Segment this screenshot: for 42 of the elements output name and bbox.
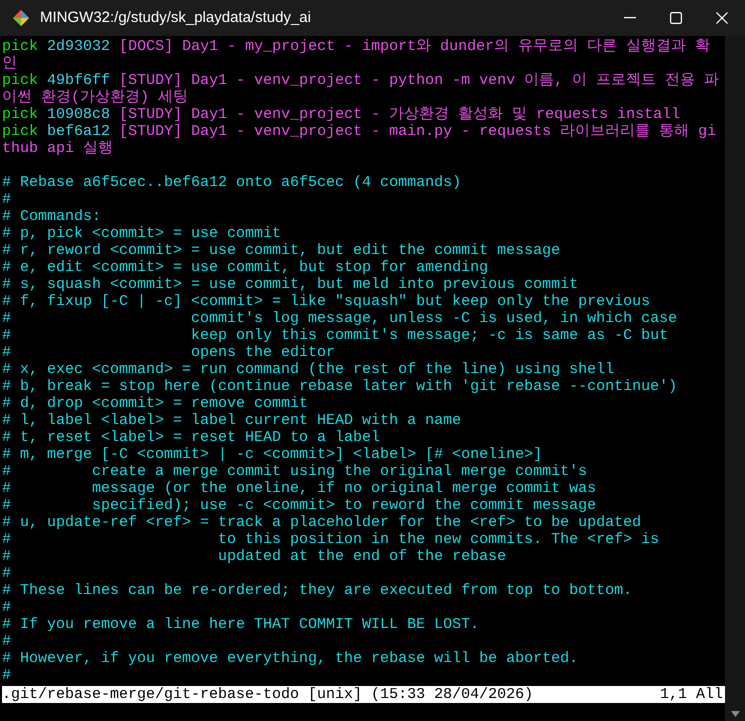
comment-line: # t, reset <label> = reset HEAD to a label <box>2 429 382 446</box>
comment-line: # opens the editor <box>2 344 336 361</box>
comment-line: # create a merge commit using the original merge commit's <box>2 463 588 480</box>
comment-line: # These lines can be re-ordered; they are executed from top to bottom. <box>2 582 634 599</box>
scroll-down-icon[interactable] <box>730 711 740 717</box>
comment-line: # Commands: <box>2 208 102 225</box>
comment-line: # to this position in the new commits. The <ref> is <box>2 531 660 548</box>
comment-line: # s, squash <commit> = use commit, but meld into previous commit <box>2 276 580 293</box>
window-title: MINGW32:/g/study/sk_playdata/study_ai <box>40 8 311 28</box>
comment-line: # commit's log message, unless -C is used, in which case <box>2 310 678 327</box>
comment-line: # <box>2 633 12 650</box>
comment-line: # x, exec <command> = run command (the rest of the line) using shell <box>2 361 616 378</box>
comment-line: # b, break = stop here (continue rebase later with 'git rebase --continue') <box>2 378 678 395</box>
comment-line: # message (or the oneline, if no original merge commit was <box>2 480 598 497</box>
comment-line: # p, pick <commit> = use commit <box>2 225 282 242</box>
comment-line: # <box>2 667 12 684</box>
comment-line: # <box>2 565 12 582</box>
comment-line: # <box>2 191 12 208</box>
maximize-icon <box>670 12 682 24</box>
comment-line: # e, edit <commit> = use commit, but stop for amending <box>2 259 490 276</box>
comment-line: # <box>2 599 12 616</box>
comment-line: # However, if you remove everything, the rebase will be aborted. <box>2 650 580 667</box>
close-icon <box>716 12 728 24</box>
todo-line: pick bef6a12 [STUDY] Day1 - venv_project - main.py - requests 라이브러리를 통해 github api 실행 <box>2 123 718 157</box>
comment-line: # keep only this commit's message; -c is same as -C but <box>2 327 670 344</box>
comment-line: # d, drop <commit> = remove commit <box>2 395 310 412</box>
todo-line: pick 10908c8 [STUDY] Day1 - venv_project - 가상환경 활성화 및 requests install <box>2 106 682 123</box>
comment-line: # Rebase a6f5cec..bef6a12 onto a6f5cec (4 commands) <box>2 174 462 191</box>
status-file: .git/rebase-merge/git-rebase-todo [unix] (15:33 28/04/2026) <box>2 686 534 703</box>
comment-line: # l, label <label> = label current HEAD with a name <box>2 412 462 429</box>
comment-line: # m, merge [-C <commit> | -c <commit>] <label> [# <oneline>] <box>2 446 544 463</box>
comment-line: # r, reword <commit> = use commit, but edit the commit message <box>2 242 562 259</box>
status-position: 1,1 All <box>660 686 724 703</box>
minimize-icon <box>624 17 636 19</box>
comment-line: # specified); use -c <commit> to reword the commit message <box>2 497 598 514</box>
comment-line: # f, fixup [-C | -c] <commit> = like "squash" but keep only the previous <box>2 293 652 310</box>
todo-line: pick 2d93032 [DOCS] Day1 - my_project - import와 dunder의 유무로의 다른 실행결과 확인 <box>2 38 712 72</box>
comment-line: # u, update-ref <ref> = track a placeholder for the <ref> to be updated <box>2 514 642 531</box>
comment-line: # updated at the end of the rebase <box>2 548 508 565</box>
app-logo-icon <box>12 9 30 27</box>
comment-line: # If you remove a line here THAT COMMIT WILL BE LOST. <box>2 616 480 633</box>
todo-line: pick 49bf6ff [STUDY] Day1 - venv_project - python -m venv 이름, 이 프로젝트 전용 파이썬 환경(가상환경) 세팅 <box>2 72 720 106</box>
